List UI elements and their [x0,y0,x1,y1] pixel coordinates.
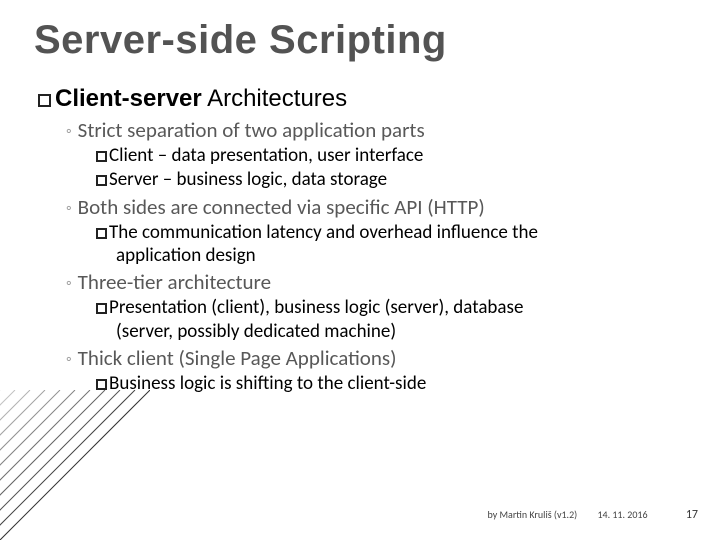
bullet-1: ◦ Strict separation of two application pa… [66,117,692,143]
section-bold: Client-server [55,85,202,112]
bullet-2-sub-1: The communication latency and overhead i… [96,221,692,244]
footer: by Martin Kruliš (v1.2) 14. 11. 2016 17 [0,508,720,522]
bullet-3-sub-1a-text: Presentation (client), business logic (s… [109,296,523,319]
diamond-bullet-icon: ◦ [66,122,72,141]
bullet-1-sub-2: Server – business logic, data storage [96,168,692,191]
bullet-4-sub-1: Business logic is shifting to the client… [96,372,692,395]
bullet-3-text: Three-tier architecture [78,269,271,295]
bullet-2-text: Both sides are connected via specific AP… [78,194,485,220]
bullet-2-sub-1-cont: application design [116,244,692,267]
square-bullet-icon [96,151,107,162]
bullet-2-sub-1a-text: The communication latency and overhead i… [109,221,538,244]
section-heading: Client-server Architectures [38,85,692,113]
section-rest: Architectures [202,85,347,112]
bullet-4-sub-1-text: Business logic is shifting to the client… [109,372,426,395]
bullet-1-text: Strict separation of two application par… [78,117,425,143]
footer-author: by Martin Kruliš (v1.2) [487,508,577,521]
square-bullet-icon [38,94,51,107]
slide-title: Server-side Scripting [34,18,692,63]
bullet-4: ◦ Thick client (Single Page Applications) [66,345,692,371]
bullet-1-sub-1: Client – data presentation, user interfa… [96,144,692,167]
bullet-4-text: Thick client (Single Page Applications) [78,345,397,371]
diamond-bullet-icon: ◦ [66,274,72,293]
diamond-bullet-icon: ◦ [66,199,72,218]
bullet-1-sub-2-text: Server – business logic, data storage [109,168,387,191]
bullet-2: ◦ Both sides are connected via specific A… [66,194,692,220]
footer-page-number: 17 [686,508,698,522]
bullet-1-sub-1-text: Client – data presentation, user interfa… [109,144,423,167]
square-bullet-icon [96,228,107,239]
bullet-3: ◦ Three-tier architecture [66,269,692,295]
bullet-3-sub-1: Presentation (client), business logic (s… [96,296,692,319]
slide: Server-side Scripting Client-server Arch… [0,0,720,540]
bullet-3-sub-1-cont: (server, possibly dedicated machine) [116,320,692,343]
footer-date: 14. 11. 2016 [597,508,647,521]
square-bullet-icon [96,379,107,390]
square-bullet-icon [96,175,107,186]
square-bullet-icon [96,303,107,314]
diamond-bullet-icon: ◦ [66,350,72,369]
